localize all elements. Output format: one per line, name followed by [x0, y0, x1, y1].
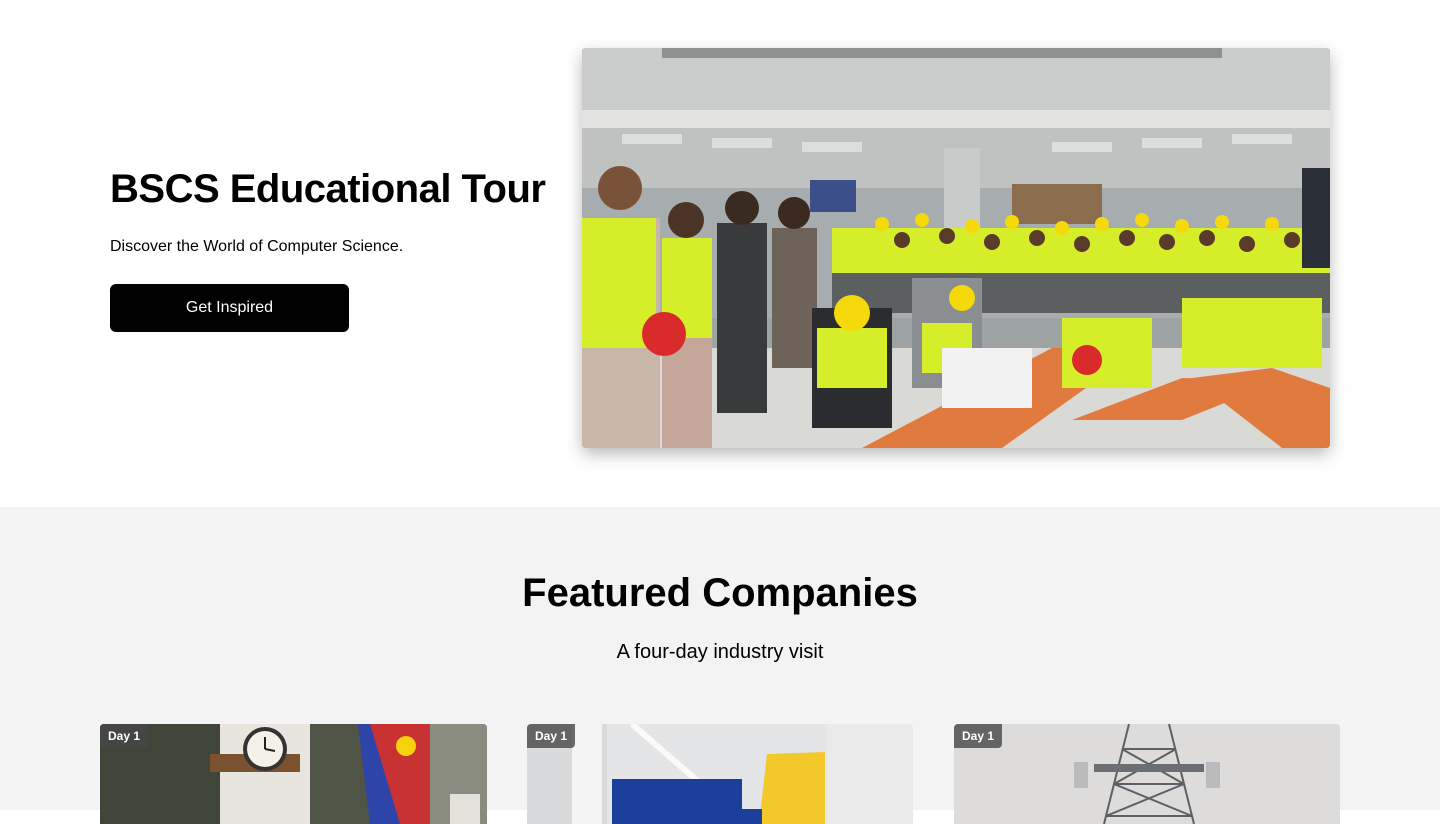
hero-title: BSCS Educational Tour: [110, 167, 546, 211]
company-card[interactable]: Day 1: [527, 724, 913, 824]
featured-companies-section: Featured Companies A four-day industry v…: [0, 507, 1440, 824]
company-card[interactable]: Day 1: [100, 724, 487, 824]
hero-group-photo: [582, 48, 1330, 448]
office-flag-clock-image: [100, 724, 487, 824]
day-badge: Day 1: [527, 724, 576, 748]
day-badge: Day 1: [100, 724, 149, 748]
office-interior-image: [527, 724, 913, 824]
cell-tower-image: [954, 724, 1340, 824]
get-inspired-button[interactable]: Get Inspired: [110, 284, 349, 332]
day-badge: Day 1: [954, 724, 1003, 748]
hero-subtitle: Discover the World of Computer Science.: [110, 238, 404, 255]
hero-section: BSCS Educational Tour Discover the World…: [0, 0, 1440, 507]
featured-title: Featured Companies: [522, 571, 918, 615]
company-card[interactable]: Day 1: [954, 724, 1340, 824]
featured-subtitle: A four-day industry visit: [616, 641, 824, 663]
group-photo-image: [582, 48, 1330, 448]
